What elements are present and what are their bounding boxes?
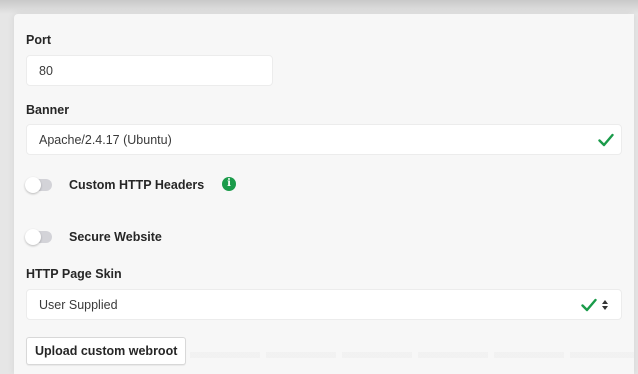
select-arrows-icon xyxy=(602,300,608,310)
page-skin-select[interactable]: User Supplied xyxy=(26,289,622,320)
bottom-fade xyxy=(190,352,634,358)
check-icon xyxy=(581,298,597,312)
settings-panel: Port 80 Banner Apache/2.4.17 (Ubuntu) Cu… xyxy=(14,14,634,374)
toggle-knob xyxy=(25,177,41,193)
window-top-shadow xyxy=(0,0,638,14)
port-input[interactable]: 80 xyxy=(26,55,273,86)
secure-website-toggle[interactable] xyxy=(25,229,52,245)
page-skin-value: User Supplied xyxy=(39,298,118,312)
info-icon[interactable]: i xyxy=(222,177,236,191)
banner-label: Banner xyxy=(26,103,70,117)
page-skin-label: HTTP Page Skin xyxy=(26,267,122,281)
banner-value: Apache/2.4.17 (Ubuntu) xyxy=(39,133,172,147)
port-value: 80 xyxy=(39,64,53,78)
banner-input[interactable]: Apache/2.4.17 (Ubuntu) xyxy=(26,124,622,155)
toggle-knob xyxy=(25,229,41,245)
custom-http-headers-toggle[interactable] xyxy=(25,177,52,193)
port-label: Port xyxy=(26,33,51,47)
custom-http-headers-label: Custom HTTP Headers xyxy=(69,178,205,192)
upload-custom-webroot-button[interactable]: Upload custom webroot xyxy=(26,337,187,365)
secure-website-label: Secure Website xyxy=(69,230,162,244)
check-icon xyxy=(598,133,614,147)
